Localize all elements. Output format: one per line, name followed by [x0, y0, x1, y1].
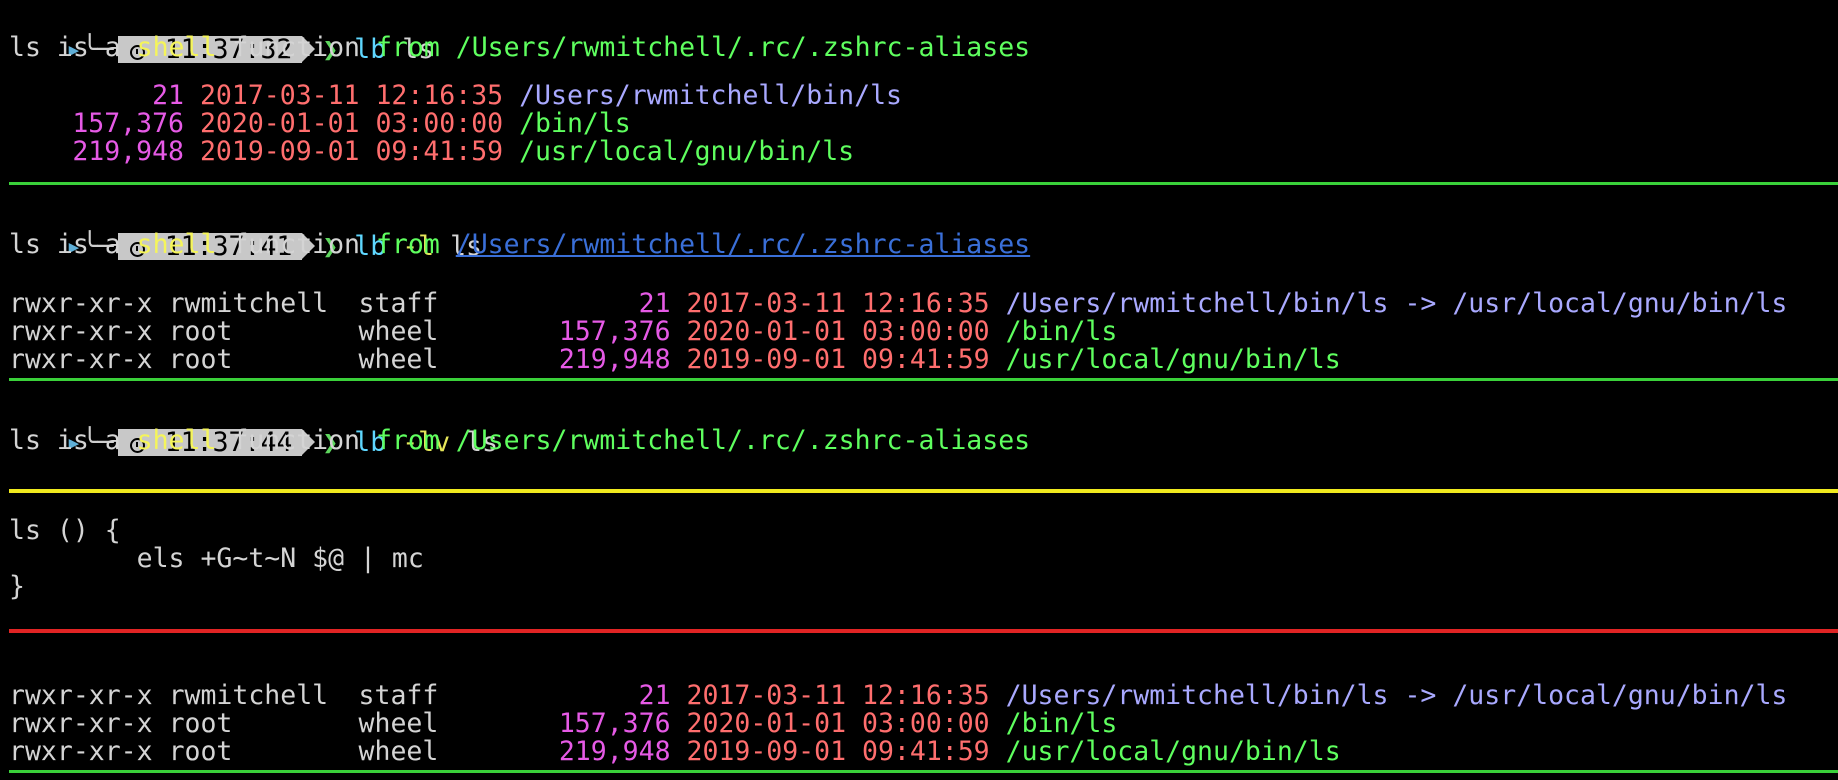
file-size: 219,948	[558, 344, 671, 375]
long-row: rwxr-xr-x root wheel 157,376 2020-01-01 0…	[9, 710, 1117, 738]
separator-rule	[9, 770, 1838, 773]
file-user: root	[168, 344, 233, 375]
type-shell: shell	[136, 425, 217, 456]
type-function: function	[216, 32, 376, 63]
file-date: 2017-03-11 12:16:35	[199, 80, 504, 111]
func-def-line: }	[9, 571, 25, 602]
file-size: 21	[638, 680, 671, 711]
type-path[interactable]: /Users/rwmitchell/.rc/.zshrc-aliases	[456, 425, 1030, 456]
type-from: from	[375, 32, 440, 63]
file-path[interactable]: /Users/rwmitchell/bin/ls	[519, 80, 902, 111]
file-perm: rwxr-xr-x	[9, 344, 153, 375]
file-user: rwmitchell	[168, 680, 329, 711]
terminal-window[interactable]: ▸╰─ 11:37:32 ❯ lb ls ls is a shell functio…	[0, 0, 1838, 780]
file-group: staff	[358, 288, 439, 319]
file-date: 2017-03-11 12:16:35	[686, 288, 990, 319]
func-def-line: els +G~t~N $@ | mc	[9, 543, 424, 574]
file-size: 219,948	[558, 736, 671, 767]
long-row: rwxr-xr-x root wheel 157,376 2020-01-01 0…	[9, 318, 1117, 346]
file-date: 2020-01-01 03:00:00	[686, 708, 990, 739]
file-size: 21	[638, 288, 671, 319]
file-perm: rwxr-xr-x	[9, 708, 153, 739]
type-prefix: ls is a	[9, 32, 137, 63]
file-perm: rwxr-xr-x	[9, 288, 153, 319]
type-line-2: ls is a shell function from /Users/rwmit…	[9, 231, 1030, 259]
file-path[interactable]: /Users/rwmitchell/bin/ls	[1006, 288, 1389, 319]
file-path[interactable]: /bin/ls	[519, 108, 631, 139]
file-path[interactable]: /usr/local/gnu/bin/ls	[1006, 736, 1341, 767]
file-size: 157,376	[558, 708, 671, 739]
source-start-rule	[9, 489, 1838, 493]
file-size: 21	[152, 80, 184, 111]
symlink-arrow: ->	[1388, 288, 1453, 319]
file-date: 2019-09-01 09:41:59	[686, 736, 990, 767]
file-perm: rwxr-xr-x	[9, 316, 153, 347]
file-group: wheel	[358, 316, 439, 347]
file-date: 2017-03-11 12:16:35	[686, 680, 990, 711]
file-path[interactable]: /usr/local/gnu/bin/ls	[1006, 344, 1341, 375]
type-prefix: ls is a	[9, 425, 137, 456]
file-size: 157,376	[558, 316, 671, 347]
type-shell: shell	[136, 229, 217, 260]
type-line-1: ls is a shell function from /Users/rwmit…	[9, 34, 1030, 62]
file-user: root	[168, 708, 233, 739]
file-date: 2019-09-01 09:41:59	[686, 344, 990, 375]
long-row: rwxr-xr-x root wheel 219,948 2019-09-01 0…	[9, 738, 1341, 766]
type-function: function	[216, 229, 376, 260]
type-prefix: ls is a	[9, 229, 137, 260]
file-path[interactable]: /Users/rwmitchell/bin/ls	[1006, 680, 1389, 711]
type-path[interactable]: /Users/rwmitchell/.rc/.zshrc-aliases	[456, 32, 1030, 63]
file-size: 157,376	[72, 108, 184, 139]
file-size: 219,948	[72, 136, 184, 167]
type-function: function	[216, 425, 376, 456]
file-group: wheel	[358, 708, 439, 739]
file-group: wheel	[358, 736, 439, 767]
file-path[interactable]: /usr/local/gnu/bin/ls	[519, 136, 854, 167]
file-group: staff	[358, 680, 439, 711]
type-line-3: ls is a shell function from /Users/rwmit…	[9, 427, 1030, 455]
type-from: from	[375, 229, 440, 260]
long-row: rwxr-xr-x rwmitchell staff 21 2017-03-11 …	[9, 290, 1787, 318]
func-def-line: ls () {	[9, 515, 121, 546]
separator-rule	[9, 182, 1838, 185]
source-end-rule	[9, 629, 1838, 633]
file-user: root	[168, 316, 233, 347]
file-date: 2019-09-01 09:41:59	[199, 136, 504, 167]
type-shell: shell	[136, 32, 217, 63]
file-path[interactable]: /bin/ls	[1006, 708, 1118, 739]
file-date: 2020-01-01 03:00:00	[199, 108, 504, 139]
type-path-link[interactable]: /Users/rwmitchell/.rc/.zshrc-aliases	[456, 229, 1030, 260]
symlink-target[interactable]: /usr/local/gnu/bin/ls	[1452, 680, 1787, 711]
file-row: 219,948 2019-09-01 09:41:59 /usr/local/g…	[9, 138, 854, 166]
file-perm: rwxr-xr-x	[9, 680, 153, 711]
file-row: 21 2017-03-11 12:16:35 /Users/rwmitchell…	[9, 82, 902, 110]
symlink-arrow: ->	[1388, 680, 1453, 711]
file-path[interactable]: /bin/ls	[1006, 316, 1118, 347]
file-perm: rwxr-xr-x	[9, 736, 153, 767]
separator-rule	[9, 378, 1838, 381]
file-user: root	[168, 736, 233, 767]
type-from: from	[375, 425, 440, 456]
symlink-target[interactable]: /usr/local/gnu/bin/ls	[1452, 288, 1787, 319]
file-date: 2020-01-01 03:00:00	[686, 316, 990, 347]
file-user: rwmitchell	[168, 288, 329, 319]
long-row: rwxr-xr-x rwmitchell staff 21 2017-03-11 …	[9, 682, 1787, 710]
long-row: rwxr-xr-x root wheel 219,948 2019-09-01 0…	[9, 346, 1341, 374]
file-group: wheel	[358, 344, 439, 375]
file-row: 157,376 2020-01-01 03:00:00 /bin/ls	[9, 108, 631, 139]
